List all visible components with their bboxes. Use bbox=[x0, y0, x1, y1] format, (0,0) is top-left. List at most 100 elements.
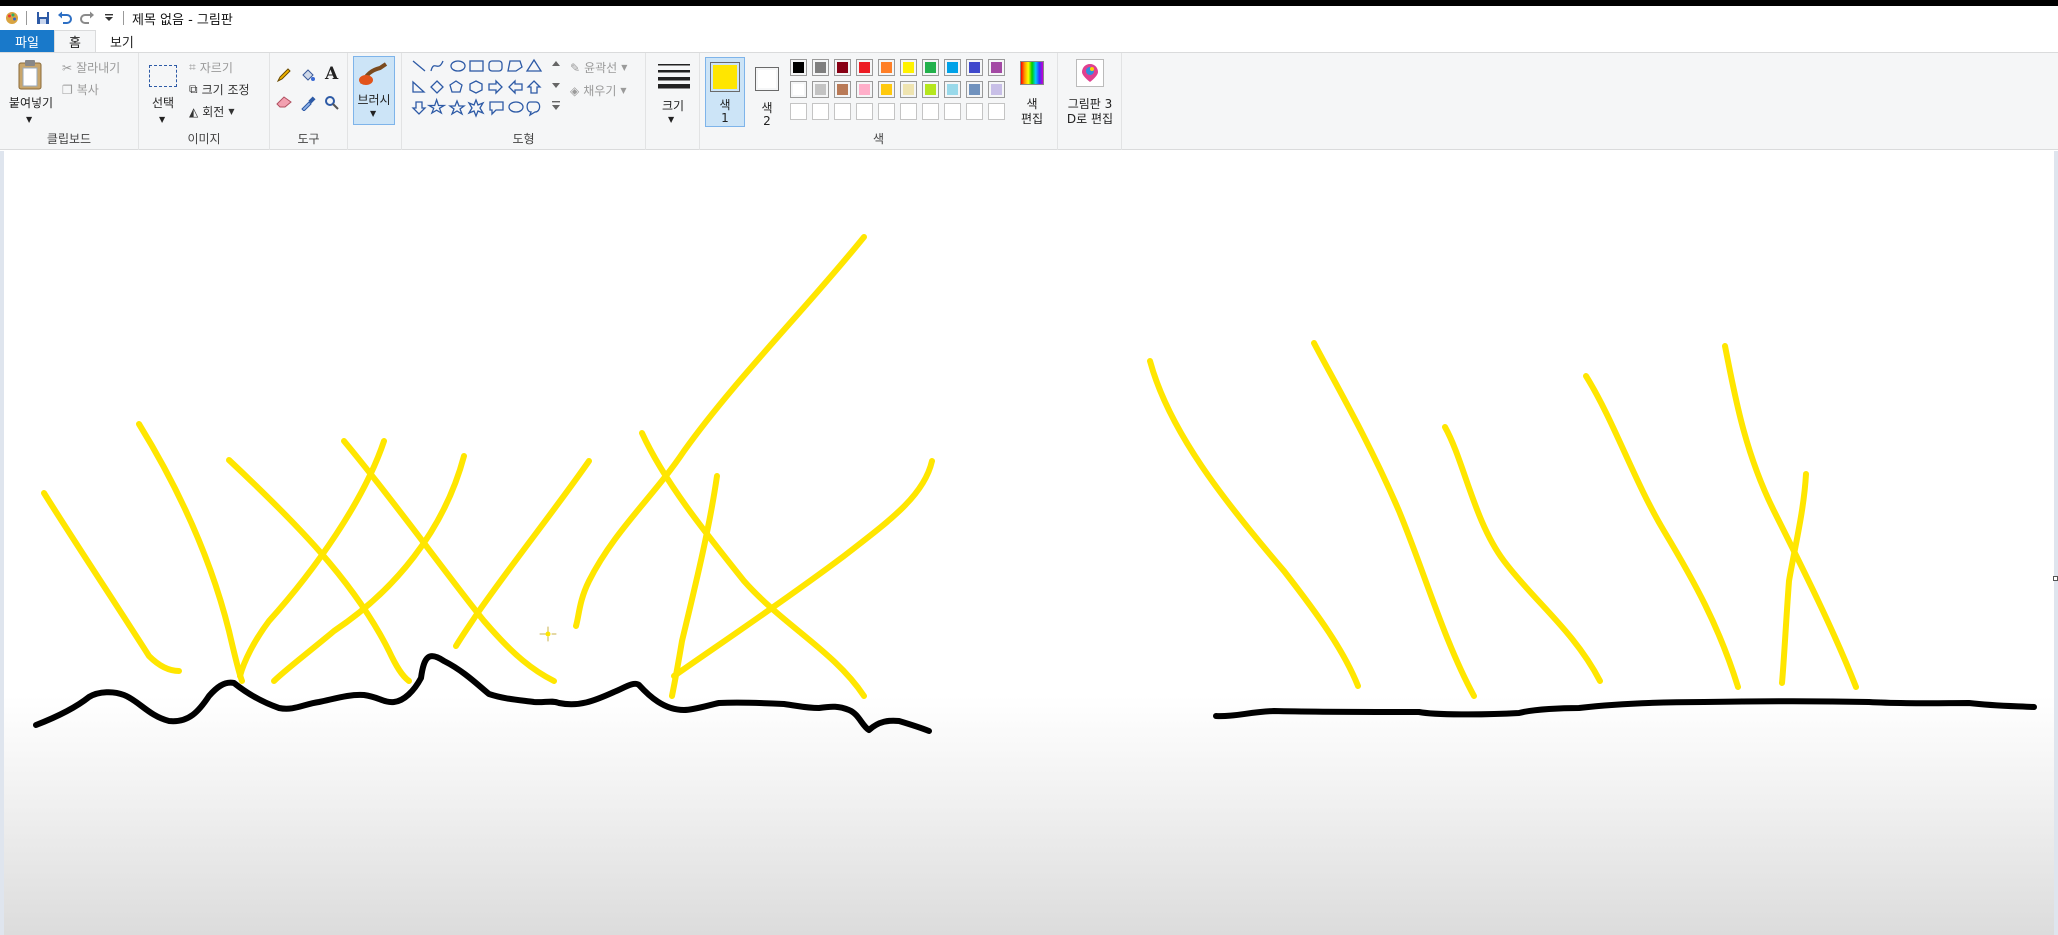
canvas-resize-handle[interactable] bbox=[2053, 576, 2058, 581]
select-button[interactable]: 선택 bbox=[139, 96, 187, 111]
clipboard-group: 붙여넣기 ▼ ✂ 잘라내기 ❐ 복사 클립보드 bbox=[0, 53, 139, 150]
separator bbox=[123, 11, 124, 25]
palette-color-swatch[interactable] bbox=[856, 59, 873, 76]
select-icon[interactable] bbox=[149, 65, 177, 87]
tab-view[interactable]: 보기 bbox=[96, 30, 148, 52]
chevron-down-icon: ▼ bbox=[668, 115, 675, 124]
palette-color-swatch[interactable] bbox=[966, 81, 983, 98]
tab-file[interactable]: 파일 bbox=[0, 30, 54, 52]
yellow-brush-stroke bbox=[453, 458, 592, 649]
colors-group-label: 색 bbox=[872, 132, 885, 146]
color1-button[interactable]: 색 1 bbox=[705, 57, 745, 127]
custom-color-slot[interactable] bbox=[966, 103, 983, 120]
custom-color-slot[interactable] bbox=[790, 103, 807, 120]
eraser-icon[interactable] bbox=[276, 96, 292, 112]
tab-home[interactable]: 홈 bbox=[54, 30, 96, 52]
title-bar: 제목 없음 - 그림판 bbox=[0, 6, 2058, 30]
fill-icon: ◈ bbox=[570, 83, 580, 98]
swatch-fill bbox=[793, 84, 804, 95]
color2-fill bbox=[758, 70, 776, 88]
custom-color-slot[interactable] bbox=[812, 103, 829, 120]
custom-color-slot[interactable] bbox=[900, 103, 917, 120]
undo-icon[interactable] bbox=[55, 8, 75, 28]
palette-color-swatch[interactable] bbox=[834, 81, 851, 98]
paint-app-icon[interactable] bbox=[2, 8, 22, 28]
customize-dropdown-icon[interactable] bbox=[99, 8, 119, 28]
chevron-down-icon: ▼ bbox=[620, 86, 627, 95]
palette-color-swatch[interactable] bbox=[900, 59, 917, 76]
color2-button[interactable]: 색 2 bbox=[750, 57, 784, 128]
drawing-canvas[interactable] bbox=[4, 151, 2054, 935]
save-icon[interactable] bbox=[33, 8, 53, 28]
palette-color-swatch[interactable] bbox=[988, 81, 1005, 98]
swatch-fill bbox=[991, 84, 1002, 95]
color-palette bbox=[790, 59, 1010, 125]
palette-color-swatch[interactable] bbox=[900, 81, 917, 98]
rotate-icon: ◭ bbox=[189, 104, 199, 119]
palette-color-swatch[interactable] bbox=[856, 81, 873, 98]
custom-color-slot[interactable] bbox=[944, 103, 961, 120]
palette-color-swatch[interactable] bbox=[878, 59, 895, 76]
fill-bucket-icon[interactable] bbox=[300, 67, 316, 87]
palette-color-swatch[interactable] bbox=[922, 59, 939, 76]
edit-colors-button[interactable]: 색 편집 bbox=[1012, 59, 1052, 129]
palette-color-swatch[interactable] bbox=[944, 81, 961, 98]
cut-button[interactable]: ✂ 잘라내기 bbox=[62, 59, 120, 76]
size-group: 크기 ▼ bbox=[646, 53, 700, 150]
separator bbox=[26, 11, 27, 25]
yellow-brush-stroke bbox=[237, 438, 387, 679]
paste-button[interactable]: 붙여넣기 bbox=[2, 96, 60, 111]
palette-color-swatch[interactable] bbox=[966, 59, 983, 76]
paste-icon[interactable] bbox=[16, 59, 44, 95]
custom-color-slot[interactable] bbox=[922, 103, 939, 120]
palette-color-swatch[interactable] bbox=[812, 81, 829, 98]
canvas-area bbox=[0, 151, 2058, 935]
color1-fill bbox=[713, 65, 737, 89]
yellow-brush-stroke bbox=[41, 490, 182, 674]
rotate-button[interactable]: ◭ 회전 ▼ bbox=[189, 103, 234, 120]
brush-button[interactable]: 브러시 ▼ bbox=[353, 56, 395, 125]
custom-color-slot[interactable] bbox=[856, 103, 873, 120]
pencil-icon[interactable] bbox=[276, 67, 292, 87]
swatch-fill bbox=[837, 62, 848, 73]
palette-color-swatch[interactable] bbox=[944, 59, 961, 76]
image-group: 선택 ▼ ⌗ 자르기 ⧉ 크기 조정 ◭ 회전 ▼ 이미지 bbox=[139, 53, 270, 150]
copy-button[interactable]: ❐ 복사 bbox=[62, 81, 99, 98]
ribbon: 붙여넣기 ▼ ✂ 잘라내기 ❐ 복사 클립보드 선택 ▼ ⌗ 자르기 ⧉ 크기 … bbox=[0, 52, 2058, 150]
magnifier-icon[interactable] bbox=[324, 95, 340, 115]
color-picker-icon[interactable] bbox=[300, 95, 316, 115]
crop-button[interactable]: ⌗ 자르기 bbox=[189, 59, 233, 76]
yellow-brush-stroke bbox=[1147, 358, 1361, 689]
palette-color-swatch[interactable] bbox=[922, 81, 939, 98]
palette-color-swatch[interactable] bbox=[812, 59, 829, 76]
swatch-fill bbox=[881, 62, 892, 73]
resize-button[interactable]: ⧉ 크기 조정 bbox=[189, 81, 250, 98]
text-icon[interactable]: A bbox=[325, 64, 338, 84]
shapes-gallery[interactable] bbox=[410, 57, 570, 121]
palette-color-swatch[interactable] bbox=[988, 59, 1005, 76]
fill-button[interactable]: ◈ 채우기 ▼ bbox=[570, 82, 627, 99]
chevron-down-icon[interactable]: ▼ bbox=[159, 115, 165, 124]
outline-button[interactable]: ✎ 윤곽선 ▼ bbox=[570, 59, 627, 76]
yellow-brush-stroke bbox=[1779, 471, 1809, 686]
window-title: 제목 없음 - 그림판 bbox=[132, 12, 233, 28]
palette-color-swatch[interactable] bbox=[790, 81, 807, 98]
chevron-down-icon[interactable]: ▼ bbox=[26, 115, 32, 124]
custom-color-slot[interactable] bbox=[988, 103, 1005, 120]
palette-color-swatch[interactable] bbox=[878, 81, 895, 98]
size-button[interactable]: 크기 ▼ bbox=[650, 57, 696, 127]
brushes-group: 브러시 ▼ bbox=[348, 53, 402, 150]
redo-icon[interactable] bbox=[77, 8, 97, 28]
yellow-brush-stroke bbox=[1442, 424, 1603, 684]
palette-color-swatch[interactable] bbox=[790, 59, 807, 76]
swatch-fill bbox=[859, 84, 870, 95]
yellow-brush-stroke bbox=[271, 453, 467, 684]
yellow-brush-stroke bbox=[1583, 373, 1741, 690]
tools-group-label: 도구 bbox=[297, 132, 320, 146]
custom-color-slot[interactable] bbox=[878, 103, 895, 120]
palette-color-swatch[interactable] bbox=[834, 59, 851, 76]
swatch-fill bbox=[793, 62, 804, 73]
tools-group: A 도구 bbox=[270, 53, 348, 150]
edit-with-paint3d-button[interactable]: 그림판 3 D로 편집 bbox=[1062, 57, 1118, 131]
custom-color-slot[interactable] bbox=[834, 103, 851, 120]
